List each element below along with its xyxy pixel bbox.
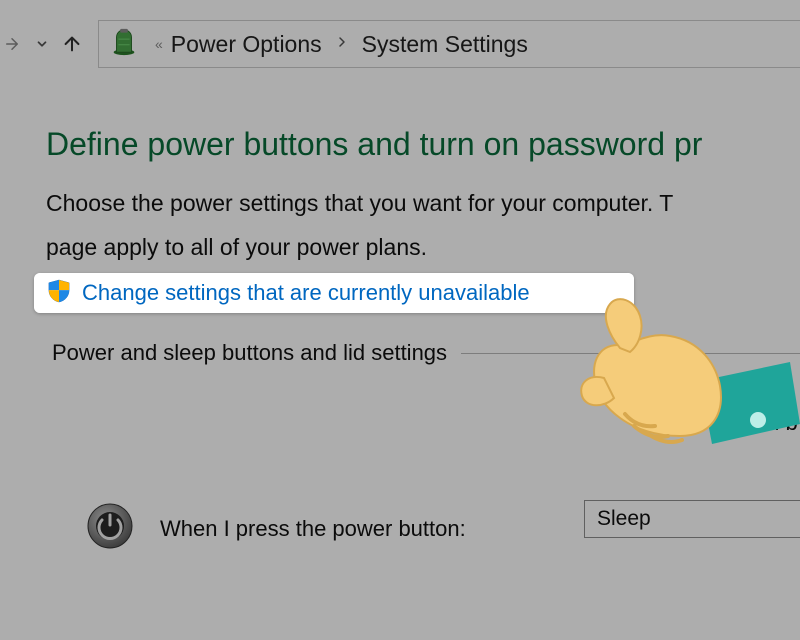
history-dropdown-icon[interactable] xyxy=(30,32,54,56)
power-button-dropdown[interactable]: Sleep xyxy=(584,500,800,538)
breadcrumb[interactable]: « Power Options System Settings xyxy=(98,20,800,68)
battery-icon xyxy=(109,26,139,62)
forward-arrow-icon[interactable] xyxy=(0,32,24,56)
section-rule xyxy=(461,353,800,354)
power-button-dropdown-value: Sleep xyxy=(597,507,651,531)
power-button-label: When I press the power button: xyxy=(160,516,466,542)
pointing-hand-icon xyxy=(560,286,800,481)
lead-line-1: Choose the power settings that you want … xyxy=(46,187,800,219)
navbar: « Power Options System Settings xyxy=(0,16,800,72)
power-icon xyxy=(86,502,134,555)
page-title: Define power buttons and turn on passwor… xyxy=(46,126,800,163)
unlock-settings-row[interactable]: Change settings that are currently unava… xyxy=(34,273,634,313)
shield-icon xyxy=(48,279,70,308)
up-arrow-icon[interactable] xyxy=(60,32,84,56)
section-heading-label: Power and sleep buttons and lid settings xyxy=(52,340,447,366)
unlock-settings-link[interactable]: Change settings that are currently unava… xyxy=(82,280,530,306)
power-button-row: When I press the power button: xyxy=(86,502,466,555)
section-heading: Power and sleep buttons and lid settings xyxy=(52,340,800,366)
overflow-chevrons-icon[interactable]: « xyxy=(155,36,163,52)
on-battery-label: On b xyxy=(750,410,798,436)
lead-line-2: page apply to all of your power plans. xyxy=(46,231,800,263)
breadcrumb-item-power-options[interactable]: Power Options xyxy=(171,31,322,58)
content-area: Define power buttons and turn on passwor… xyxy=(46,126,800,275)
chevron-right-icon xyxy=(336,34,348,55)
breadcrumb-item-system-settings[interactable]: System Settings xyxy=(362,31,528,58)
